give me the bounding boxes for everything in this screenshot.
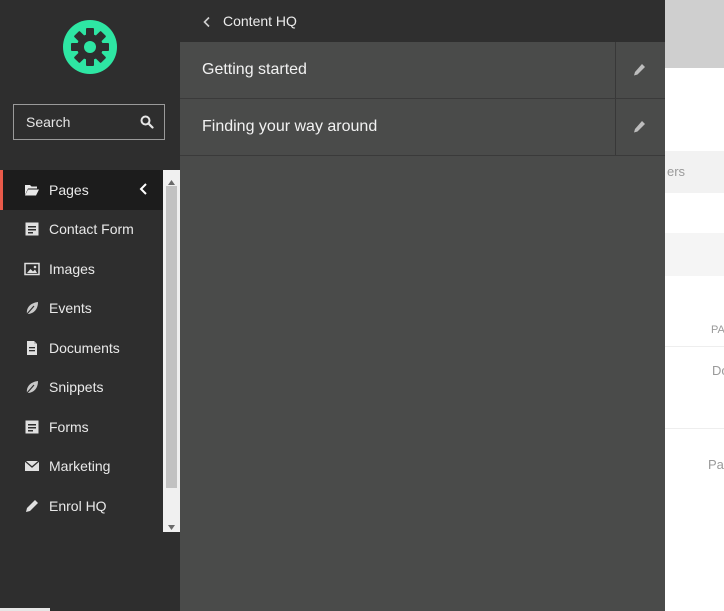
- panel-header[interactable]: Content HQ: [180, 0, 665, 42]
- chevron-left-icon[interactable]: [139, 182, 149, 196]
- background-filter-bar: [665, 233, 724, 276]
- background-cell: Pag: [708, 457, 724, 472]
- sidebar-item-label: Documents: [49, 339, 120, 356]
- row-divider: [615, 99, 616, 155]
- scrollbar-thumb[interactable]: [166, 186, 177, 488]
- image-icon: [24, 261, 40, 277]
- envelope-icon: [24, 458, 40, 474]
- sidebar-item-label: Forms: [49, 418, 89, 435]
- sidebar-item-marketing[interactable]: Marketing: [0, 447, 163, 487]
- row-divider: [615, 42, 616, 98]
- sidebar-item-contact-form[interactable]: Contact Form: [0, 210, 163, 250]
- sidebar-scrollbar[interactable]: [163, 170, 180, 532]
- sidebar-item-label: Events: [49, 300, 92, 317]
- content-panel: Content HQ Getting started Finding your …: [180, 0, 665, 611]
- sidebar-item-label: Images: [49, 260, 95, 277]
- page-row[interactable]: Getting started: [180, 42, 665, 99]
- back-chevron-icon[interactable]: [203, 15, 211, 28]
- background-text-fragment: ers: [667, 164, 686, 179]
- sidebar-item-pages[interactable]: Pages: [0, 170, 163, 210]
- search-icon[interactable]: [140, 115, 154, 129]
- sidebar-item-label: Contact Form: [49, 221, 134, 238]
- sidebar-item-label: Enrol HQ: [49, 497, 107, 514]
- background-header: [665, 0, 724, 68]
- scroll-down-arrow-icon[interactable]: [167, 519, 176, 530]
- pencil-icon: [24, 498, 40, 514]
- scroll-up-arrow-icon[interactable]: [167, 174, 176, 185]
- page-row-label[interactable]: Getting started: [202, 61, 307, 79]
- sidebar-item-label: Pages: [49, 181, 89, 198]
- background-column-header: PA: [711, 324, 724, 336]
- background-divider: [665, 428, 724, 429]
- background-divider: [665, 346, 724, 347]
- page-row[interactable]: Finding your way around: [180, 99, 665, 156]
- logo-gear-icon[interactable]: [62, 19, 118, 75]
- sidebar-item-documents[interactable]: Documents: [0, 328, 163, 368]
- page-row-label[interactable]: Finding your way around: [202, 118, 377, 136]
- document-icon: [24, 340, 40, 356]
- sidebar-item-label: Marketing: [49, 458, 111, 475]
- search-label: Search: [26, 114, 71, 130]
- form-icon: [24, 419, 40, 435]
- sidebar-item-snippets[interactable]: Snippets: [0, 368, 163, 408]
- search-box[interactable]: Search: [13, 104, 165, 140]
- leaf-icon: [24, 300, 40, 316]
- sidebar-menu: Pages Contact Form Images Events Documen…: [0, 170, 163, 526]
- panel-title: Content HQ: [223, 13, 297, 29]
- form-icon: [24, 221, 40, 237]
- sidebar-item-enrol-hq[interactable]: Enrol HQ: [0, 486, 163, 526]
- leaf-icon: [24, 379, 40, 395]
- edit-pencil-icon[interactable]: [632, 63, 646, 77]
- sidebar-item-forms[interactable]: Forms: [0, 407, 163, 447]
- folder-open-icon: [24, 182, 40, 198]
- sidebar-item-events[interactable]: Events: [0, 289, 163, 329]
- background-cell: Do: [712, 363, 724, 378]
- background-page: [665, 68, 724, 611]
- sidebar: Search Pages Contact Form Images Events …: [0, 0, 180, 611]
- sidebar-item-images[interactable]: Images: [0, 249, 163, 289]
- sidebar-item-label: Snippets: [49, 379, 104, 396]
- edit-pencil-icon[interactable]: [632, 120, 646, 134]
